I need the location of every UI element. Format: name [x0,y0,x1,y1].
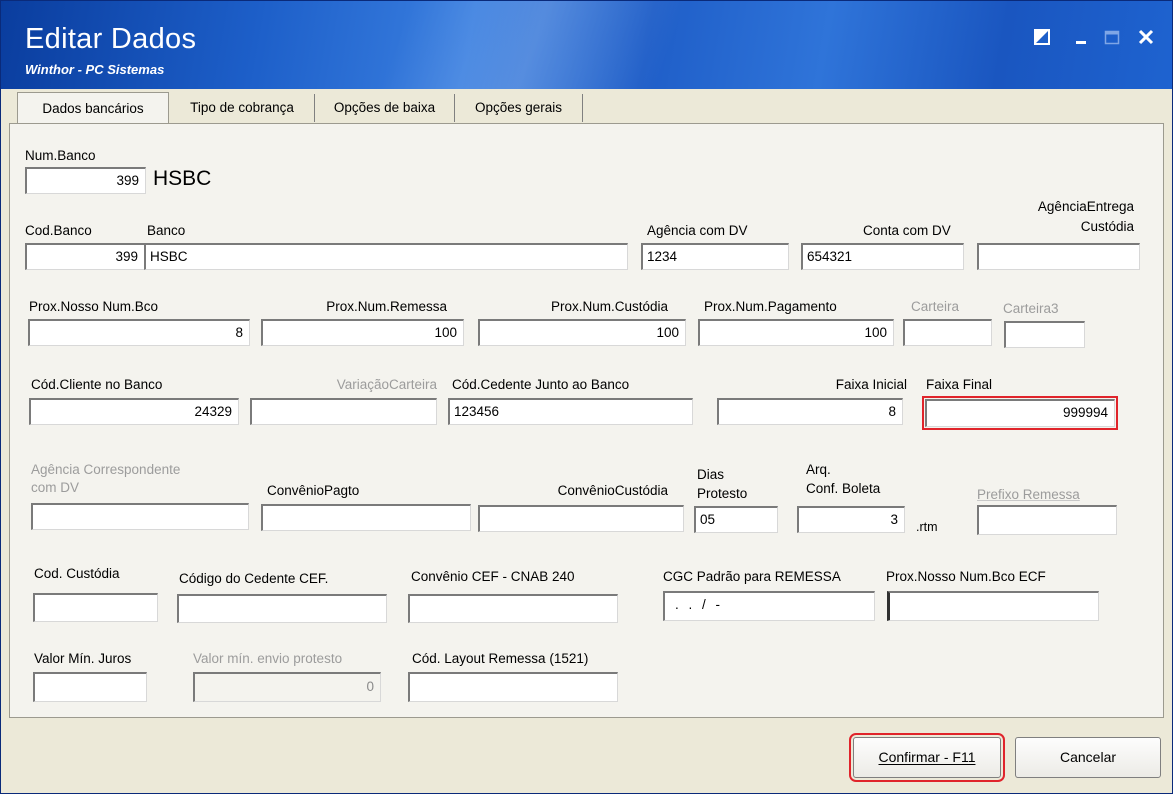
maximize-icon[interactable] [1104,29,1120,45]
convenio-cef-field[interactable] [408,594,618,623]
convenio-pagto-label: ConvênioPagto [267,483,360,498]
prox-nosso-num-ecf-field[interactable] [887,591,1099,621]
banco-label: Banco [147,223,186,238]
edit-data-window: Editar Dados Winthor - PC Sistemas Dados… [0,0,1173,794]
bank-name-display: HSBC [153,167,212,190]
dias-protesto-label: Dias [697,467,725,482]
faixa-inicial-label: Faixa Inicial [835,377,907,392]
valor-min-protesto-field: 0 [193,672,381,702]
convenio-pagto-field[interactable] [261,504,471,531]
cod-banco-field[interactable]: 399 [25,243,145,270]
carteira3-label: Carteira3 [1003,301,1059,316]
tab-dados-bancarios[interactable]: Dados bancários [17,92,169,125]
variacao-carteira-field[interactable] [250,398,437,425]
arq-conf-extension: .rtm [916,520,938,534]
tab-opcoes-baixa[interactable]: Opções de baixa [315,94,455,122]
valor-min-juros-field[interactable] [33,672,147,702]
agencia-dv-field[interactable]: 1234 [641,243,789,270]
close-icon[interactable] [1138,29,1154,45]
cod-cliente-field[interactable]: 24329 [29,398,239,425]
prox-num-pagamento-field[interactable]: 100 [698,319,894,346]
prefixo-remessa-label: Prefixo Remessa [977,487,1080,502]
cancel-button[interactable]: Cancelar [1015,737,1161,778]
carteira-label: Carteira [911,299,960,314]
cod-cliente-label: Cód.Cliente no Banco [31,377,163,392]
banco-field[interactable]: HSBC [144,243,628,270]
arq-conf-boleta-field[interactable]: 3 [797,506,905,533]
faixa-final-field[interactable]: 999994 [922,396,1118,430]
valor-min-protesto-label: Valor mín. envio protesto [193,651,343,666]
dias-protesto-field[interactable]: 05 [694,506,778,533]
cod-cedente-label: Cód.Cedente Junto ao Banco [452,377,630,392]
cod-cedente-field[interactable]: 123456 [448,398,693,425]
agencia-entrega-field[interactable] [977,243,1140,270]
num-banco-field[interactable]: 399 [25,167,146,194]
prox-nosso-num-field[interactable]: 8 [28,319,250,346]
cod-banco-label: Cod.Banco [25,223,92,238]
arq-conf-boleta-label-2: Conf. Boleta [806,481,881,496]
variacao-carteira-label: VariaçãoCarteira [336,377,437,392]
prox-nosso-num-label: Prox.Nosso Num.Bco [29,299,159,314]
cgc-padrao-label: CGC Padrão para REMESSA [663,569,841,584]
agencia-dv-label: Agência com DV [647,223,748,238]
agencia-correspondente-field[interactable] [31,503,249,530]
agencia-correspondente-label: Agência Correspondente [31,462,181,477]
prox-num-remessa-label: Prox.Num.Remessa [326,299,447,314]
prox-num-custodia-label: Prox.Num.Custódia [550,299,668,314]
tab-tipo-cobranca[interactable]: Tipo de cobrança [170,94,315,122]
restore-icon[interactable] [1034,29,1050,45]
prox-num-remessa-field[interactable]: 100 [261,319,464,346]
prefixo-remessa-field[interactable] [977,505,1117,535]
convenio-cef-label: Convênio CEF - CNAB 240 [411,569,575,584]
dias-protesto-label-2: Protesto [697,486,748,501]
conta-dv-label: Conta com DV [863,223,951,238]
carteira-field[interactable] [903,319,992,346]
prox-nosso-num-ecf-label: Prox.Nosso Num.Bco ECF [886,569,1046,584]
title-bar: Editar Dados Winthor - PC Sistemas [1,1,1172,89]
cgc-padrao-field[interactable]: . . / - [663,591,875,621]
cod-layout-remessa-field[interactable] [408,672,618,702]
tab-strip: Dados bancários Tipo de cobrança Opções … [7,92,1165,125]
arq-conf-boleta-label: Arq. [806,462,831,477]
minimize-icon[interactable] [1074,29,1090,45]
cod-custodia-field[interactable] [33,593,158,622]
window-subtitle: Winthor - PC Sistemas [25,62,165,77]
window-title: Editar Dados [25,23,197,55]
codigo-cedente-cef-label: Código do Cedente CEF. [179,571,329,586]
agencia-entrega-label-2: Custódia [1080,219,1134,234]
confirm-button-label: Confirmar - F11 [878,749,976,765]
conta-dv-field[interactable]: 654321 [801,243,964,270]
carteira3-field[interactable] [1004,321,1085,348]
valor-min-juros-label: Valor Mín. Juros [34,651,132,666]
convenio-custodia-field[interactable] [478,505,684,532]
agencia-correspondente-label-2: com DV [31,480,80,495]
faixa-final-label: Faixa Final [926,377,993,392]
num-banco-label: Num.Banco [25,148,96,163]
faixa-inicial-field[interactable]: 8 [717,398,903,425]
convenio-custodia-label: ConvênioCustódia [557,483,668,498]
tab-opcoes-gerais[interactable]: Opções gerais [455,94,583,122]
codigo-cedente-cef-field[interactable] [177,594,387,623]
cod-layout-remessa-label: Cód. Layout Remessa (1521) [412,651,589,666]
prox-num-custodia-field[interactable]: 100 [478,319,686,346]
agencia-entrega-label: AgênciaEntrega [1037,199,1134,214]
confirm-button[interactable]: Confirmar - F11 [849,733,1005,782]
cod-custodia-label: Cod. Custódia [34,566,120,581]
prox-num-pagamento-label: Prox.Num.Pagamento [704,299,837,314]
